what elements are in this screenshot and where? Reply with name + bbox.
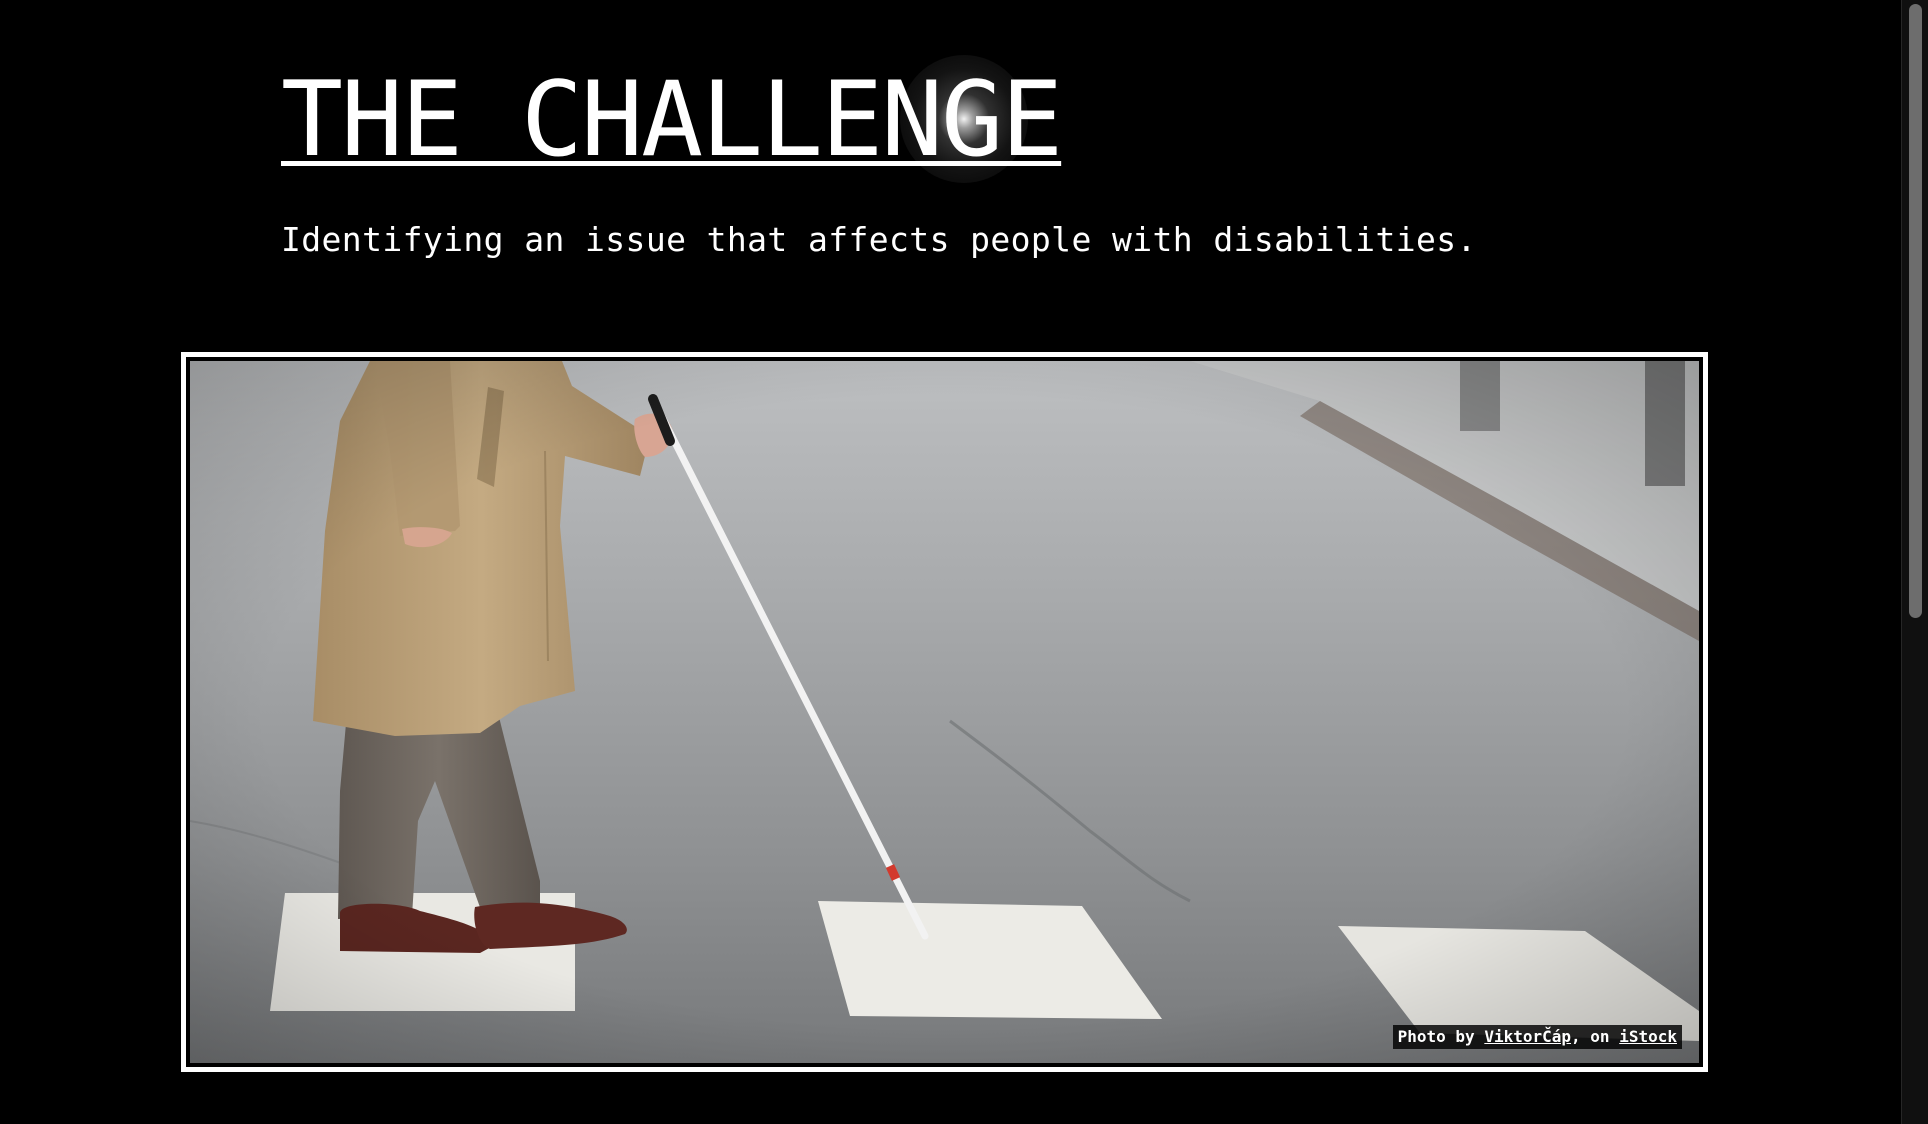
photo-credit: Photo by ViktorČáp, on iStock [1392, 1025, 1682, 1049]
hero-photo: Photo by ViktorČáp, on iStock [190, 361, 1699, 1063]
photo-credit-source-link[interactable]: iStock [1619, 1027, 1677, 1046]
photo-frame: Photo by ViktorČáp, on iStock [181, 352, 1708, 1072]
photo-credit-author-link[interactable]: ViktorČáp [1484, 1027, 1571, 1046]
page-subtitle: Identifying an issue that affects people… [281, 220, 1477, 259]
photo-illustration [190, 361, 1699, 1063]
photo-vignette [190, 361, 1699, 1063]
photo-credit-middle: , on [1571, 1027, 1620, 1046]
vertical-scrollbar[interactable] [1901, 0, 1928, 1124]
photo-credit-prefix: Photo by [1397, 1027, 1485, 1046]
scrollbar-thumb[interactable] [1909, 4, 1922, 618]
cursor-highlight [900, 55, 1028, 183]
